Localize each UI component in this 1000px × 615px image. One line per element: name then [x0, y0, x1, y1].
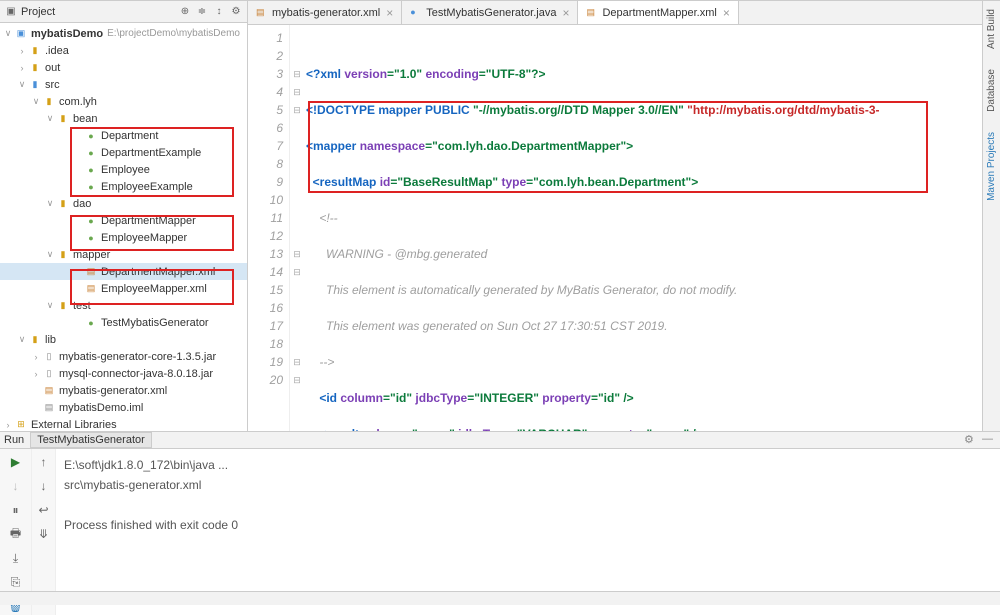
tree-lib[interactable]: lib — [45, 334, 56, 346]
run-config-label[interactable]: TestMybatisGenerator — [30, 432, 152, 448]
tree-item[interactable]: DepartmentExample — [101, 147, 201, 159]
close-icon[interactable]: × — [562, 6, 569, 20]
run-title: Run — [4, 434, 24, 446]
right-tool-tabs: Ant Build Database Maven Projects — [982, 1, 1000, 431]
tree-src[interactable]: src — [45, 79, 60, 91]
tree-bean[interactable]: bean — [73, 113, 97, 125]
tree-pkg[interactable]: com.lyh — [59, 96, 97, 108]
tree-item[interactable]: mybatis-generator-core-1.3.5.jar — [59, 351, 216, 363]
tree-item[interactable]: Employee — [101, 164, 150, 176]
tree-item[interactable]: TestMybatisGenerator — [101, 317, 209, 329]
wrap-icon[interactable]: ↩ — [35, 501, 53, 519]
database-tab[interactable]: Database — [986, 65, 997, 116]
close-icon[interactable]: × — [723, 6, 730, 20]
minimize-icon[interactable]: — — [982, 433, 996, 447]
tree-item[interactable]: EmployeeExample — [101, 181, 193, 193]
run-header: Run TestMybatisGenerator ⚙ — — [0, 432, 1000, 449]
tree-item[interactable]: DepartmentMapper — [101, 215, 196, 227]
down-icon[interactable]: ↓ — [35, 477, 53, 495]
sort-icon[interactable]: ≑ — [195, 5, 209, 19]
editor-tabs: ▤mybatis-generator.xml× ●TestMybatisGene… — [248, 1, 982, 25]
tree-item[interactable]: mysql-connector-java-8.0.18.jar — [59, 368, 213, 380]
tree-mapper[interactable]: mapper — [73, 249, 110, 261]
project-icon: ▣ — [4, 5, 18, 19]
tree-item[interactable]: mybatis-generator.xml — [59, 385, 167, 397]
close-icon[interactable]: × — [386, 6, 393, 20]
output-line: src\mybatis-generator.xml — [64, 475, 992, 495]
output-line: E:\soft\jdk1.8.0_172\bin\java ... — [64, 455, 992, 475]
tree-extlib[interactable]: External Libraries — [31, 419, 117, 431]
dump-button[interactable]: 🖶 — [7, 525, 25, 543]
up-icon[interactable]: ↑ — [35, 453, 53, 471]
tree-out[interactable]: out — [45, 62, 60, 74]
line-gutter: 1234567891011121314151617181920 — [248, 25, 290, 431]
project-panel: ▣ Project ⊕ ≑ ↕ ⚙ ∨▣mybatisDemoE:\projec… — [0, 1, 248, 431]
tab-test-java[interactable]: ●TestMybatisGenerator.java× — [402, 1, 578, 24]
ant-build-tab[interactable]: Ant Build — [986, 5, 997, 53]
tree-idea[interactable]: .idea — [45, 45, 69, 57]
project-header: ▣ Project ⊕ ≑ ↕ ⚙ — [0, 1, 247, 23]
tree-item[interactable]: mybatisDemo.iml — [59, 402, 143, 414]
run-button[interactable]: ▶ — [7, 453, 25, 471]
code-editor[interactable]: 1234567891011121314151617181920 ⊟⊟⊟ ⊟⊟ ⊟… — [248, 25, 982, 431]
stop-button[interactable]: ↓ — [7, 477, 25, 495]
status-bar — [0, 591, 1000, 605]
down-button[interactable]: ⤓ — [7, 549, 25, 567]
target-icon[interactable]: ⊕ — [178, 5, 192, 19]
collapse-icon[interactable]: ↕ — [212, 5, 226, 19]
export-button[interactable]: ⎘ — [7, 573, 25, 591]
tree-item[interactable]: DepartmentMapper.xml — [101, 266, 215, 278]
run-panel: Run TestMybatisGenerator ⚙ — ▶ ↓ ⏸ 🖶 ⤓ ⎘… — [0, 431, 1000, 591]
code-body[interactable]: <?xml version="1.0" encoding="UTF-8"?> <… — [304, 25, 982, 431]
tab-department-mapper[interactable]: ▤DepartmentMapper.xml× — [578, 1, 738, 24]
settings-icon[interactable]: ⚙ — [964, 433, 978, 447]
tree-item[interactable]: Department — [101, 130, 158, 142]
scroll-icon[interactable]: ⤋ — [35, 525, 53, 543]
tree-item[interactable]: EmployeeMapper.xml — [101, 283, 207, 295]
tree-item[interactable]: EmployeeMapper — [101, 232, 187, 244]
editor-area: ▤mybatis-generator.xml× ●TestMybatisGene… — [248, 1, 982, 431]
output-line: Process finished with exit code 0 — [64, 515, 992, 535]
settings-icon[interactable]: ⚙ — [229, 5, 243, 19]
tree-root[interactable]: mybatisDemo — [31, 28, 103, 40]
tree-dao[interactable]: dao — [73, 198, 91, 210]
tree-test[interactable]: test — [73, 300, 91, 312]
pause-button[interactable]: ⏸ — [7, 501, 25, 519]
tab-generator-xml[interactable]: ▤mybatis-generator.xml× — [248, 1, 402, 24]
project-tree[interactable]: ∨▣mybatisDemoE:\projectDemo\mybatisDemo … — [0, 23, 247, 431]
fold-column[interactable]: ⊟⊟⊟ ⊟⊟ ⊟⊟ — [290, 25, 304, 431]
project-title: Project — [21, 6, 175, 18]
maven-projects-tab[interactable]: Maven Projects — [986, 128, 997, 205]
